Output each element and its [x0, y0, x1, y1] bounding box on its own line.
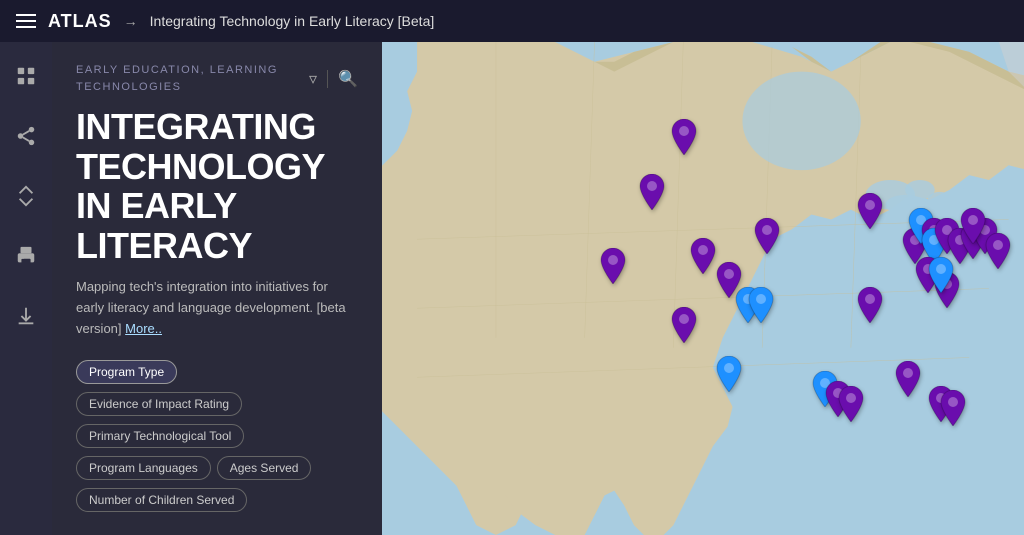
- collapse-icon-button[interactable]: [8, 178, 44, 214]
- navbar-title: Integrating Technology in Early Literacy…: [150, 13, 435, 29]
- filter-chip-program-type[interactable]: Program Type: [76, 360, 177, 384]
- pins-container: [382, 42, 1024, 535]
- filter-section: Program Type Evidence of Impact Rating P…: [76, 360, 358, 512]
- sidebar-icons: [0, 42, 52, 535]
- map-pin[interactable]: [856, 193, 884, 234]
- map-pin[interactable]: [715, 262, 743, 303]
- map-pin[interactable]: [747, 287, 775, 328]
- map-pin[interactable]: [927, 257, 955, 298]
- left-panel: EARLY EDUCATION, LEARNING TECHNOLOGIES ▿…: [52, 42, 382, 535]
- filter-row-3: Primary Technological Tool: [76, 424, 358, 448]
- panel-desc-text: Mapping tech's integration into initiati…: [76, 279, 346, 336]
- filter-chip-children-count[interactable]: Number of Children Served: [76, 488, 247, 512]
- filter-row-1: Program Type: [76, 360, 358, 384]
- map-area[interactable]: [382, 42, 1024, 535]
- navbar-arrow: →: [124, 13, 138, 29]
- filter-chip-ages[interactable]: Ages Served: [217, 456, 312, 480]
- print-icon-button[interactable]: [8, 238, 44, 274]
- map-pin[interactable]: [638, 174, 666, 215]
- download-icon-button[interactable]: [8, 298, 44, 334]
- filter-icon[interactable]: ▿: [309, 69, 317, 89]
- filter-row-4: Program Languages Ages Served: [76, 456, 358, 480]
- map-pin[interactable]: [715, 356, 743, 397]
- navbar: ATLAS → Integrating Technology in Early …: [0, 0, 1024, 42]
- map-pin[interactable]: [959, 208, 987, 249]
- panel-description: Mapping tech's integration into initiati…: [76, 277, 358, 339]
- panel-more-link[interactable]: More..: [125, 321, 162, 336]
- map-pin[interactable]: [753, 218, 781, 259]
- map-pin[interactable]: [670, 307, 698, 348]
- panel-header: EARLY EDUCATION, LEARNING TECHNOLOGIES ▿…: [76, 62, 358, 95]
- map-pin[interactable]: [894, 361, 922, 402]
- map-pin[interactable]: [670, 119, 698, 160]
- share-icon-button[interactable]: [8, 118, 44, 154]
- map-pin[interactable]: [856, 287, 884, 328]
- map-pin[interactable]: [599, 248, 627, 289]
- filter-chip-evidence-rating[interactable]: Evidence of Impact Rating: [76, 392, 242, 416]
- panel-filter-icons: ▿ 🔍: [309, 69, 358, 89]
- search-icon[interactable]: 🔍: [338, 69, 358, 89]
- panel-subtitle: EARLY EDUCATION, LEARNING TECHNOLOGIES: [76, 62, 309, 95]
- map-pin[interactable]: [939, 390, 967, 431]
- divider: [327, 70, 328, 88]
- map-pin[interactable]: [837, 386, 865, 427]
- main-content: EARLY EDUCATION, LEARNING TECHNOLOGIES ▿…: [0, 42, 1024, 535]
- filter-chip-languages[interactable]: Program Languages: [76, 456, 211, 480]
- panel-title: INTEGRATING TECHNOLOGY IN EARLY LITERACY: [76, 107, 358, 265]
- filter-row-2: Evidence of Impact Rating: [76, 392, 358, 416]
- filter-row-5: Number of Children Served: [76, 488, 358, 512]
- map-pin[interactable]: [689, 238, 717, 279]
- hamburger-menu[interactable]: [16, 14, 36, 28]
- filter-chip-tech-tool[interactable]: Primary Technological Tool: [76, 424, 244, 448]
- map-pin[interactable]: [984, 233, 1012, 274]
- grid-icon-button[interactable]: [8, 58, 44, 94]
- brand-logo: ATLAS: [48, 11, 112, 32]
